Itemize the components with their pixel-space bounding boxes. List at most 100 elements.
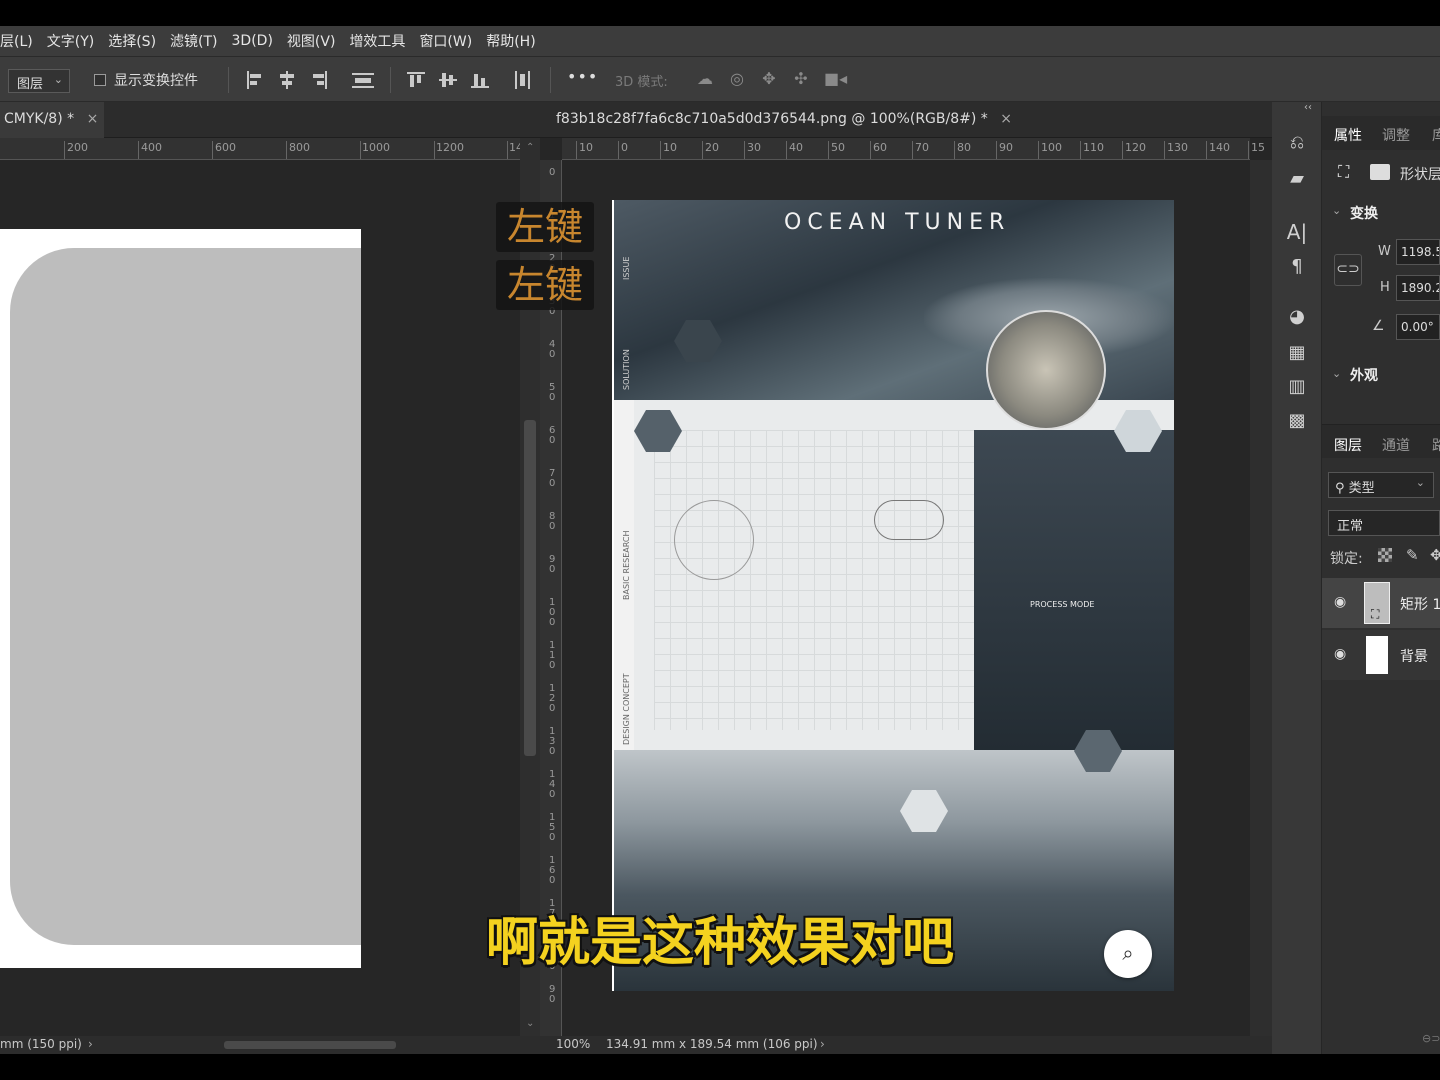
width-input[interactable]: 1198.5 [1396,239,1440,265]
align-bottom-icon[interactable] [471,71,489,89]
ruler-label: 1 2 0 [549,683,556,714]
align-hcenter-icon[interactable] [278,71,296,89]
right-panel-dock: ⎌ ▰ A| ¶ ◕ ▦ ▥ ▩ ‹‹ 属性 调整 库 ⛶ 形状层 ⌄ 变换 W… [1272,102,1440,1054]
right-tab-title: f83b18c28f7fa6c8c710a5d0d376544.png @ 10… [556,111,988,127]
ruler-label: 8 0 [549,511,556,532]
left-canvas[interactable] [0,229,361,968]
show-transform-checkbox[interactable] [94,74,106,86]
align-top-icon[interactable] [407,71,425,89]
3d-slide-icon[interactable]: ✣ [790,69,812,91]
rounded-rectangle-shape[interactable] [10,248,361,945]
close-icon[interactable]: × [1000,111,1012,127]
left-tab-bar: CMYK/8) * × [0,102,540,138]
tab-layers[interactable]: 图层 [1334,435,1362,455]
poster-process-label: PROCESS MODE [1030,600,1095,609]
menu-filter[interactable]: 滤镜(T) [163,31,224,51]
ruler-label: 5 0 [549,382,556,403]
auto-select-dropdown[interactable]: 图层 ⌄ [8,69,70,93]
3d-roll-icon[interactable]: ◎ [726,69,748,91]
swatches-icon[interactable]: ▦ [1285,342,1309,366]
horizontal-scrollbar-thumb[interactable] [224,1041,396,1049]
ruler-label: 800 [289,141,310,154]
transform-section-title[interactable]: 变换 [1350,203,1378,223]
tab-libraries[interactable]: 库 [1432,125,1440,145]
menu-3d[interactable]: 3D(D) [225,33,280,49]
chevron-down-icon[interactable]: ⌄ [1332,367,1341,380]
left-document-tab[interactable]: CMYK/8) * × [0,102,104,138]
3d-orbit-icon[interactable]: ☁ [694,69,716,91]
options-bar: 图层 ⌄ 显示变换控件 ••• 3D 模式: ☁ ◎ ✥ ✣ ■◂ [0,56,1440,102]
layers-tab-bar: 图层 通道 路 [1322,424,1440,458]
left-click-badge: 左键 [496,202,594,252]
menu-help[interactable]: 帮助(H) [479,31,542,51]
3d-camera-icon[interactable]: ■◂ [824,69,847,91]
link-layers-icon[interactable]: ⊖⊃ [1422,1032,1440,1045]
menu-select[interactable]: 选择(S) [101,31,163,51]
align-vcenter-icon[interactable] [439,71,457,89]
photoshop-window: 层(L) 文字(Y) 选择(S) 滤镜(T) 3D(D) 视图(V) 增效工具 … [0,0,1440,1080]
ruler-label: 80 [957,141,971,154]
scroll-up-icon[interactable]: ⌃ [526,142,534,153]
ruler-label: 400 [141,141,162,154]
layer-row[interactable]: ◉ 背景 [1322,630,1440,680]
lock-transparency-icon[interactable] [1378,548,1392,562]
align-right-icon[interactable] [310,71,328,89]
menu-view[interactable]: 视图(V) [280,31,343,51]
angle-input[interactable]: 0.00° [1396,314,1440,340]
angle-icon: ∠ [1372,318,1385,334]
ruler-label: 120 [1125,141,1146,154]
tab-adjustments[interactable]: 调整 [1382,125,1410,145]
ruler-label: 1 4 0 [549,769,556,800]
height-input[interactable]: 1890.2 [1396,275,1440,301]
tab-paths[interactable]: 路 [1432,435,1440,455]
gradient-icon[interactable]: ▥ [1285,376,1309,400]
comments-icon[interactable]: ▰ [1285,168,1309,192]
poster-dome [986,310,1106,430]
ruler-tick [576,141,577,159]
patterns-icon[interactable]: ▩ [1285,410,1309,434]
eye-icon[interactable]: ◉ [1334,594,1346,610]
menu-layer[interactable]: 层(L) [0,31,40,51]
distribute-vertical-icon[interactable] [513,71,531,89]
layer-row[interactable]: ◉ ⛶ 矩形 1 [1322,578,1440,628]
tab-properties[interactable]: 属性 [1334,125,1362,145]
menu-bar: 层(L) 文字(Y) 选择(S) 滤镜(T) 3D(D) 视图(V) 增效工具 … [0,26,1440,56]
zoom-value[interactable]: 100% [556,1037,590,1051]
ruler-label: 70 [915,141,929,154]
color-palette-icon[interactable]: ◕ [1285,306,1309,330]
align-left-icon[interactable] [246,71,264,89]
history-icon[interactable]: ⎌ [1285,132,1309,156]
status-menu-icon[interactable]: › [820,1037,825,1051]
vertical-scrollbar[interactable] [1250,160,1272,1036]
right-document-tab[interactable]: f83b18c28f7fa6c8c710a5d0d376544.png @ 10… [548,102,1012,138]
ruler-label: 0 [621,141,628,154]
menu-type[interactable]: 文字(Y) [40,31,101,51]
chevron-down-icon[interactable]: ⌄ [1332,204,1341,217]
close-icon[interactable]: × [87,111,99,127]
appearance-section-title[interactable]: 外观 [1350,365,1378,385]
distribute-icon[interactable] [352,71,374,89]
lock-move-icon[interactable]: ✥ [1430,546,1440,564]
link-icon[interactable]: ⊂⊃ [1334,254,1362,286]
layer-name[interactable]: 背景 [1400,646,1428,666]
more-options-icon[interactable]: ••• [567,67,598,86]
paragraph-icon[interactable]: ¶ [1285,256,1309,280]
status-menu-icon[interactable]: › [88,1037,93,1051]
ruler-label: 1 6 0 [549,855,556,886]
layer-name[interactable]: 矩形 1 [1400,594,1440,614]
menu-window[interactable]: 窗口(W) [412,31,479,51]
lock-brush-icon[interactable]: ✎ [1406,546,1419,564]
shape-bounds-icon: ⛶ [1338,162,1350,181]
eye-icon[interactable]: ◉ [1334,646,1346,662]
3d-pan-icon[interactable]: ✥ [758,69,780,91]
collapse-panels-icon[interactable]: ‹‹ [1304,102,1312,113]
menu-plugins[interactable]: 增效工具 [342,31,412,51]
scrollbar-thumb[interactable] [524,420,536,756]
lens-search-icon[interactable]: ⌕ [1104,930,1152,978]
character-icon[interactable]: A| [1285,220,1309,244]
blend-mode-dropdown[interactable]: 正常 [1328,510,1440,536]
scroll-down-icon[interactable]: ⌄ [526,1018,534,1029]
poster-image[interactable]: OCEAN TUNER ISSUE SOLUTION BASIC RESEARC… [612,200,1174,991]
layer-filter-dropdown[interactable]: ⚲ 类型 ⌄ [1328,472,1434,498]
tab-channels[interactable]: 通道 [1382,435,1410,455]
